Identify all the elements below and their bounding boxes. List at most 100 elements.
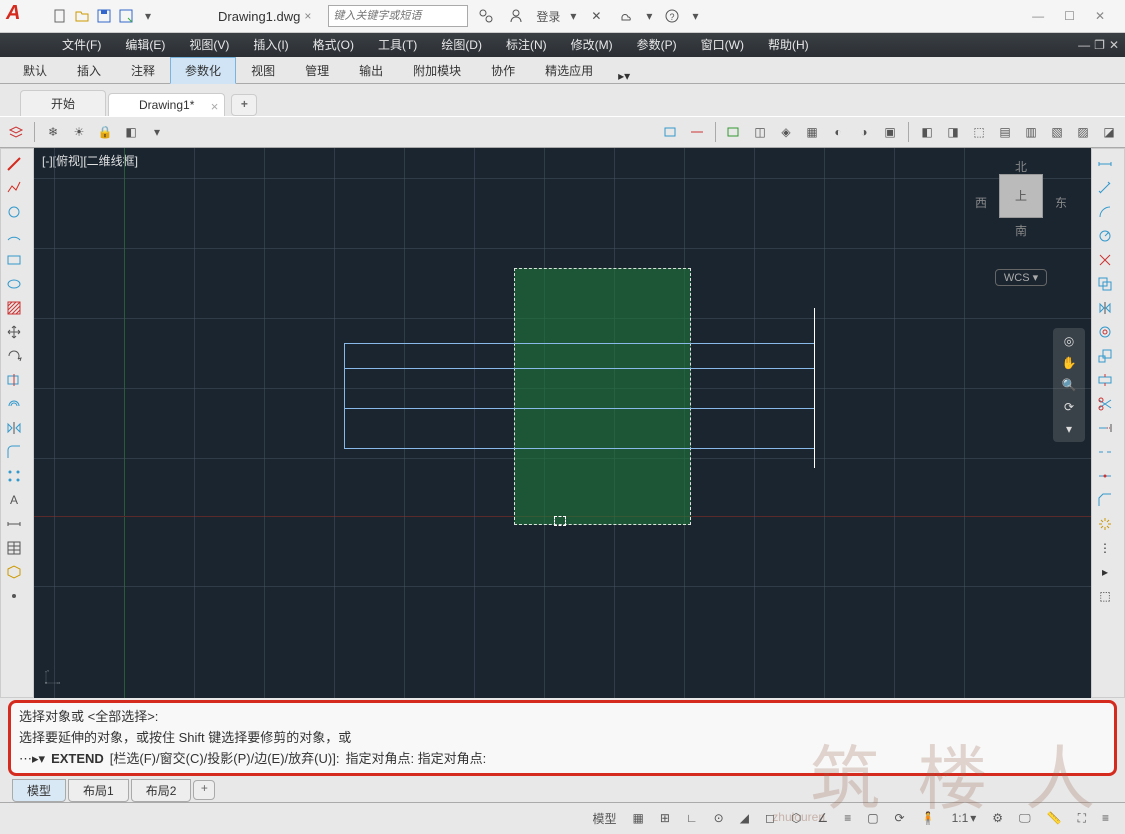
tb-icon-17[interactable]: ◪ xyxy=(1097,120,1121,144)
menu-draw[interactable]: 绘图(D) xyxy=(429,33,494,57)
dim-icon[interactable] xyxy=(3,513,25,535)
menu-parameters[interactable]: 参数(P) xyxy=(625,33,689,57)
sb-cycle-icon[interactable]: ⟳ xyxy=(889,811,911,825)
mirror-icon[interactable] xyxy=(3,417,25,439)
rotate-icon[interactable] xyxy=(3,345,25,367)
tb-icon-16[interactable]: ▨ xyxy=(1071,120,1095,144)
tb-icon-11[interactable]: ◨ xyxy=(941,120,965,144)
dtab-add-button[interactable]: + xyxy=(231,94,257,116)
sb-3dosnap-icon[interactable]: ⬡ xyxy=(785,811,807,825)
search-icon[interactable] xyxy=(476,6,496,26)
more-tools2-icon[interactable]: ▸ xyxy=(1094,561,1116,583)
table-icon[interactable] xyxy=(3,537,25,559)
tb-icon-1[interactable] xyxy=(659,120,683,144)
sb-osnap-icon[interactable]: ◻ xyxy=(759,811,781,825)
layer-dropdown-icon[interactable]: ▾ xyxy=(145,120,169,144)
ucs-icon[interactable]: Y X xyxy=(44,669,60,688)
open-icon[interactable] xyxy=(72,6,92,26)
ltab-layout2[interactable]: 布局2 xyxy=(131,779,192,802)
break-icon[interactable] xyxy=(1094,441,1116,463)
join-icon[interactable] xyxy=(1094,465,1116,487)
rtab-default[interactable]: 默认 xyxy=(8,57,62,83)
tb-icon-12[interactable]: ⬚ xyxy=(967,120,991,144)
sb-gear-icon[interactable]: ⚙ xyxy=(986,811,1009,825)
tb-icon-9[interactable]: ▣ xyxy=(878,120,902,144)
tb-icon-10[interactable]: ◧ xyxy=(915,120,939,144)
rect-icon[interactable] xyxy=(3,249,25,271)
trim-icon[interactable] xyxy=(3,369,25,391)
save-icon[interactable] xyxy=(94,6,114,26)
array-icon[interactable] xyxy=(3,465,25,487)
vc-south[interactable]: 南 xyxy=(981,222,1061,239)
sb-isodraft-icon[interactable]: ◢ xyxy=(734,811,755,825)
sb-polar-icon[interactable]: ⊙ xyxy=(708,811,730,825)
view-cube[interactable]: 北 西 东 上 南 WCS ▾ xyxy=(981,158,1061,268)
tb-icon-13[interactable]: ▤ xyxy=(993,120,1017,144)
sb-scale[interactable]: 1:1 ▾ xyxy=(946,811,983,825)
erase-icon[interactable] xyxy=(1094,249,1116,271)
rtab-collab[interactable]: 协作 xyxy=(476,57,530,83)
drawing-canvas[interactable]: [-][俯视][二维线框] /*grid via CSS would be he… xyxy=(34,148,1091,698)
block-icon[interactable] xyxy=(3,561,25,583)
freeze-icon[interactable]: ❄ xyxy=(41,120,65,144)
menu-dimension[interactable]: 标注(N) xyxy=(494,33,559,57)
doc-minimize-icon[interactable]: — xyxy=(1078,38,1090,52)
ribbon-expand-icon[interactable]: ▸▾ xyxy=(618,69,638,83)
mirror2-icon[interactable] xyxy=(1094,297,1116,319)
fillet-icon[interactable] xyxy=(3,441,25,463)
new-icon[interactable] xyxy=(50,6,70,26)
command-line[interactable]: 选择对象或 <全部选择>: 选择要延伸的对象，或按住 Shift 键选择要修剪的… xyxy=(8,700,1117,776)
sb-trans-icon[interactable]: ▢ xyxy=(861,811,884,825)
menu-insert[interactable]: 插入(I) xyxy=(241,33,300,57)
explode-icon[interactable] xyxy=(1094,513,1116,535)
help-icon[interactable]: ? xyxy=(662,6,682,26)
ltab-add-button[interactable]: + xyxy=(193,780,215,800)
copy-icon[interactable] xyxy=(1094,273,1116,295)
nav-zoom-icon[interactable]: 🔍 xyxy=(1062,378,1077,392)
layer-color-icon[interactable]: ◧ xyxy=(119,120,143,144)
rtab-view[interactable]: 视图 xyxy=(236,57,290,83)
dtab-close-icon[interactable]: × xyxy=(211,99,219,114)
sb-maximize-icon[interactable]: ⛶ xyxy=(1072,811,1092,826)
app-logo[interactable]: A xyxy=(6,2,36,30)
help-dropdown-icon[interactable]: ▾ xyxy=(692,9,698,23)
doc-restore-icon[interactable]: ❐ xyxy=(1094,38,1105,52)
saveas-icon[interactable] xyxy=(116,6,136,26)
sun-icon[interactable]: ☀ xyxy=(67,120,91,144)
tb-icon-2[interactable] xyxy=(685,120,709,144)
doc-close-icon[interactable]: ✕ xyxy=(1109,38,1119,52)
sb-otrack-icon[interactable]: ∠ xyxy=(811,811,834,825)
menu-help[interactable]: 帮助(H) xyxy=(756,33,821,57)
nav-more-icon[interactable]: ▾ xyxy=(1066,422,1072,436)
tb-icon-4[interactable]: ◫ xyxy=(748,120,772,144)
pline-icon[interactable] xyxy=(3,177,25,199)
hatch-icon[interactable] xyxy=(3,297,25,319)
sb-standing-icon[interactable]: 🧍 xyxy=(915,811,942,825)
tb-icon-5[interactable]: ◈ xyxy=(774,120,798,144)
ellipse-icon[interactable] xyxy=(3,273,25,295)
login-dropdown-icon[interactable]: ▾ xyxy=(570,9,576,23)
cloud-icon[interactable] xyxy=(616,6,636,26)
layer-props-icon[interactable] xyxy=(4,120,28,144)
vc-east[interactable]: 东 xyxy=(1055,194,1067,211)
close-icon[interactable]: ✕ xyxy=(1095,9,1105,23)
rtab-insert[interactable]: 插入 xyxy=(62,57,116,83)
stretch-icon[interactable] xyxy=(1094,369,1116,391)
wcs-label[interactable]: WCS ▾ xyxy=(995,269,1047,286)
tb-icon-8[interactable]: ◑ xyxy=(852,120,876,144)
tb-icon-3[interactable] xyxy=(722,120,746,144)
sb-model[interactable]: 模型 xyxy=(587,810,623,827)
vc-north[interactable]: 北 xyxy=(981,158,1061,175)
menu-tools[interactable]: 工具(T) xyxy=(366,33,429,57)
more-tools3-icon[interactable]: ⬚ xyxy=(1094,585,1116,607)
extend-icon[interactable] xyxy=(1094,417,1116,439)
text-icon[interactable]: A xyxy=(3,489,25,511)
rtab-addins[interactable]: 附加模块 xyxy=(398,57,476,83)
arc-icon[interactable] xyxy=(3,225,25,247)
chamfer-icon[interactable] xyxy=(1094,489,1116,511)
sb-ortho-icon[interactable]: ∟ xyxy=(680,811,704,825)
dim-radius-icon[interactable] xyxy=(1094,225,1116,247)
ltab-model[interactable]: 模型 xyxy=(12,779,66,802)
document-close-icon[interactable]: × xyxy=(304,9,318,23)
sb-monitor-icon[interactable]: 🖵 xyxy=(1013,811,1037,826)
